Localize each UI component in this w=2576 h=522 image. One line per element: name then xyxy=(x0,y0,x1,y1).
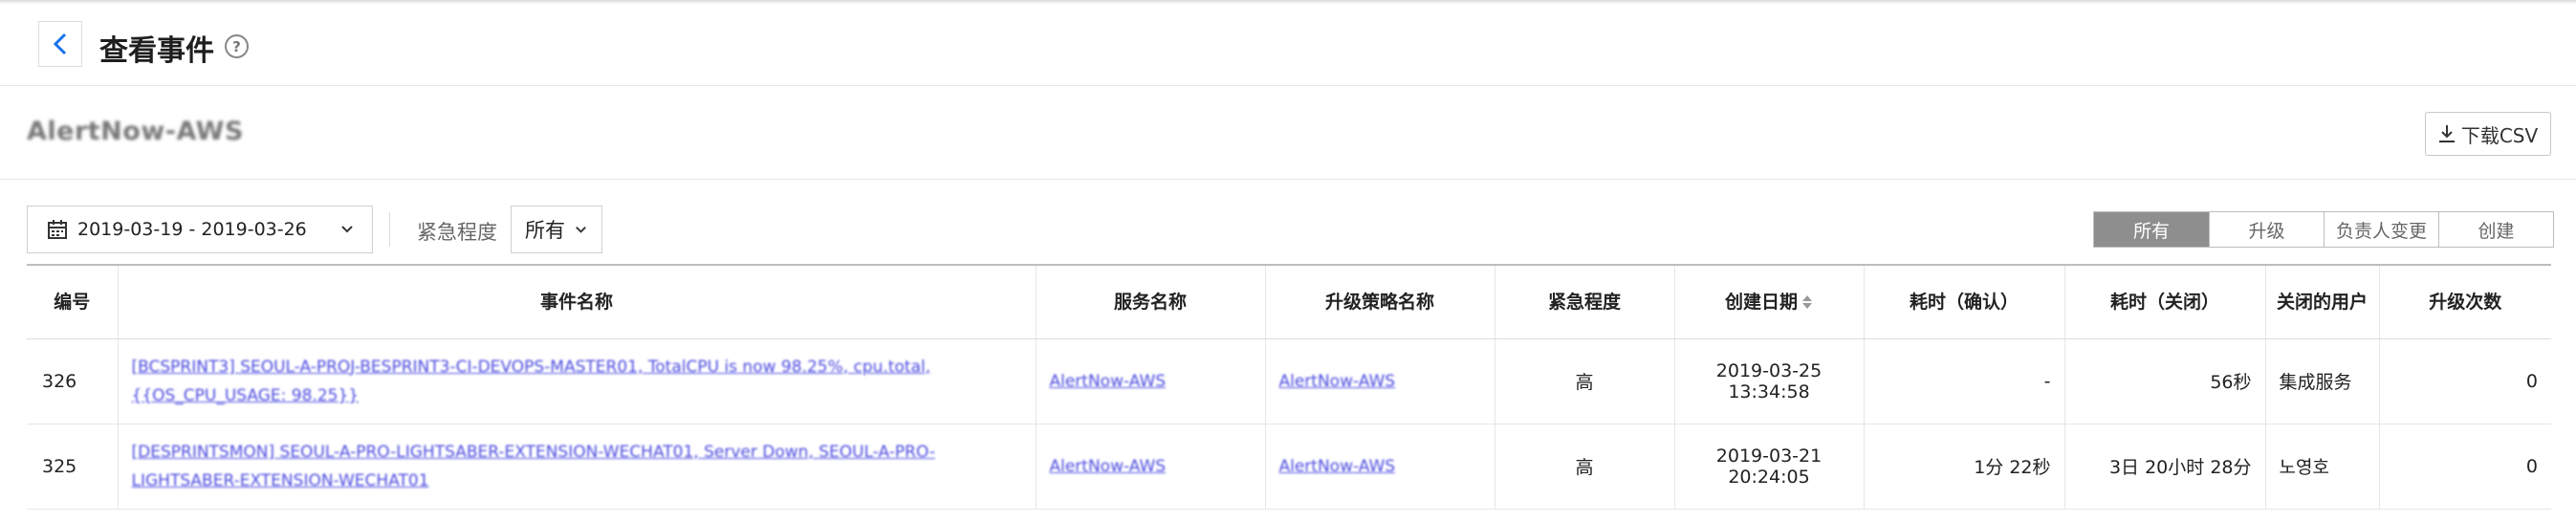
column-header-policy-name[interactable]: 升级策略名称 xyxy=(1265,266,1495,339)
column-header-closed-by[interactable]: 关闭的用户 xyxy=(2265,266,2380,339)
page-header: 查看事件 ? xyxy=(0,4,2576,86)
chevron-down-icon xyxy=(576,227,586,233)
page-title: 查看事件 xyxy=(99,34,214,68)
calendar-icon xyxy=(48,220,67,239)
cell-id: 325 xyxy=(27,424,119,510)
download-csv-button[interactable]: 下载CSV xyxy=(2425,112,2551,156)
sort-icon[interactable] xyxy=(1801,294,1813,311)
cell-event-name: [BCSPRINT3] SEOUL-A-PROJ-BESPRINT3-CI-DE… xyxy=(118,338,1037,424)
column-header-close-time[interactable]: 耗时（关闭） xyxy=(2064,266,2266,339)
column-header-created-date-label: 创建日期 xyxy=(1724,291,1798,313)
column-header-created-date[interactable]: 创建日期 xyxy=(1674,266,1865,339)
segment-escalation[interactable]: 升级 xyxy=(2209,212,2324,247)
cell-created-date: 2019-03-25 13:34:58 xyxy=(1674,338,1865,424)
event-type-segments: 所有 升级 负责人变更 创建 xyxy=(2093,211,2554,248)
filter-bar: 2019-03-19 - 2019-03-26 紧急程度 所有 所有 升级 负责… xyxy=(0,180,2576,264)
column-header-service-name[interactable]: 服务名称 xyxy=(1036,266,1266,339)
service-name: AlertNow-AWS xyxy=(27,117,244,146)
cell-service-name: AlertNow-AWS xyxy=(1036,338,1266,424)
cell-escalations: 0 xyxy=(2379,338,2551,424)
download-csv-label: 下载CSV xyxy=(2460,123,2539,147)
event-name-link[interactable]: [DESPRINTSMON] SEOUL-A-PRO-LIGHTSABER-EX… xyxy=(132,443,935,490)
segment-assignee-change[interactable]: 负责人变更 xyxy=(2324,212,2438,247)
column-header-event-name[interactable]: 事件名称 xyxy=(118,266,1037,339)
cell-urgency: 高 xyxy=(1495,424,1675,510)
column-header-ack-time[interactable]: 耗时（确认） xyxy=(1864,266,2065,339)
cell-closed-by: 노영호 xyxy=(2265,424,2380,510)
filter-divider xyxy=(389,212,390,247)
cell-event-name: [DESPRINTSMON] SEOUL-A-PRO-LIGHTSABER-EX… xyxy=(118,424,1037,510)
urgency-select-value: 所有 xyxy=(525,219,565,242)
table-header-row: 编号 事件名称 服务名称 升级策略名称 紧急程度 创建日期 耗时（确认） 耗时（… xyxy=(27,266,2551,339)
cell-id: 326 xyxy=(27,338,119,424)
events-table: 编号 事件名称 服务名称 升级策略名称 紧急程度 创建日期 耗时（确认） 耗时（… xyxy=(27,264,2551,510)
service-name-link[interactable]: AlertNow-AWS xyxy=(1050,457,1167,476)
policy-name-link[interactable]: AlertNow-AWS xyxy=(1279,457,1396,476)
urgency-label: 紧急程度 xyxy=(417,221,497,244)
chevron-left-icon xyxy=(53,33,67,55)
chevron-down-icon xyxy=(341,226,353,233)
back-button[interactable] xyxy=(38,21,82,67)
service-bar: AlertNow-AWS 下载CSV xyxy=(0,86,2576,180)
cell-close-time: 56秒 xyxy=(2064,338,2266,424)
cell-ack-time: - xyxy=(1864,338,2065,424)
cell-created-date: 2019-03-21 20:24:05 xyxy=(1674,424,1865,510)
segment-all[interactable]: 所有 xyxy=(2094,212,2209,247)
column-header-urgency[interactable]: 紧急程度 xyxy=(1495,266,1675,339)
cell-policy-name: AlertNow-AWS xyxy=(1265,338,1495,424)
urgency-select[interactable]: 所有 xyxy=(511,206,602,253)
cell-urgency: 高 xyxy=(1495,338,1675,424)
download-icon xyxy=(2438,125,2455,142)
table-row[interactable]: 326 [BCSPRINT3] SEOUL-A-PROJ-BESPRINT3-C… xyxy=(27,338,2551,424)
column-header-escalations[interactable]: 升级次数 xyxy=(2379,266,2551,339)
help-icon[interactable]: ? xyxy=(225,34,249,58)
service-name-link[interactable]: AlertNow-AWS xyxy=(1050,372,1167,391)
cell-policy-name: AlertNow-AWS xyxy=(1265,424,1495,510)
cell-escalations: 0 xyxy=(2379,424,2551,510)
date-range-picker[interactable]: 2019-03-19 - 2019-03-26 xyxy=(27,206,373,253)
cell-service-name: AlertNow-AWS xyxy=(1036,424,1266,510)
table-row[interactable]: 325 [DESPRINTSMON] SEOUL-A-PRO-LIGHTSABE… xyxy=(27,424,2551,510)
segment-created[interactable]: 创建 xyxy=(2438,212,2553,247)
date-range-value: 2019-03-19 - 2019-03-26 xyxy=(77,219,307,240)
column-header-id[interactable]: 编号 xyxy=(27,266,119,339)
cell-closed-by: 集成服务 xyxy=(2265,338,2380,424)
policy-name-link[interactable]: AlertNow-AWS xyxy=(1279,372,1396,391)
cell-ack-time: 1分 22秒 xyxy=(1864,424,2065,510)
cell-close-time: 3日 20小时 28分 xyxy=(2064,424,2266,510)
event-name-link[interactable]: [BCSPRINT3] SEOUL-A-PROJ-BESPRINT3-CI-DE… xyxy=(132,358,931,405)
